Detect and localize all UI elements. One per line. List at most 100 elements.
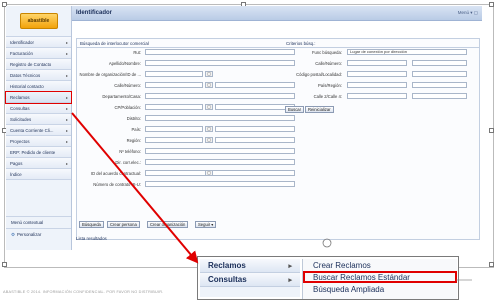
- search-field-input[interactable]: [145, 104, 203, 110]
- criteria-label: Func búsqueda:: [311, 50, 342, 55]
- sidebar-item-label: Reclamos: [10, 94, 30, 100]
- search-field-input[interactable]: [215, 104, 295, 110]
- value-help-icon[interactable]: ▢: [205, 170, 213, 176]
- title-bar: Identificador Menú ▾ ▢: [72, 6, 482, 21]
- search-button[interactable]: Buscar: [285, 106, 305, 113]
- sidebar-item-label: ERP: Pedido de cliente: [10, 149, 56, 155]
- panel-left-title: Búsqueda de interlocutor comercial: [80, 40, 149, 46]
- sidebar-item-historial-contacto[interactable]: Historial contacto: [6, 81, 71, 92]
- resize-handle[interactable]: [489, 262, 494, 267]
- search-field-input[interactable]: [215, 137, 295, 143]
- sidebar-item-pagos[interactable]: Pagos ▸: [6, 158, 71, 169]
- main-area: Identificador Menú ▾ ▢ Búsqueda de inter…: [72, 6, 482, 250]
- resize-handle[interactable]: [2, 262, 7, 267]
- continue-button[interactable]: Seguir ▾: [195, 221, 217, 228]
- sidebar-item-identificador[interactable]: Identificador ▸: [6, 37, 71, 48]
- panel-header: Búsqueda de interlocutor comercial Crite…: [77, 39, 479, 48]
- field-label: Calle/Número:: [114, 83, 141, 88]
- chevron-right-icon: ▸: [65, 94, 68, 100]
- criteria-label: País/Región:: [318, 83, 342, 88]
- criteria-input[interactable]: [412, 71, 467, 77]
- search-field-input[interactable]: [145, 159, 295, 165]
- field-label: Número de contrato IS-U:: [93, 182, 141, 187]
- results-list-title: Lista resultados: [76, 236, 107, 241]
- search-field-input[interactable]: [145, 115, 295, 121]
- create-person-button[interactable]: Crear persona: [107, 221, 140, 228]
- value-help-icon[interactable]: ▢: [205, 137, 213, 143]
- value-help-icon[interactable]: ▢: [205, 71, 213, 77]
- sidebar: abastible Identificador ▸ Facturación ▸ Regi…: [5, 6, 72, 250]
- zoom-menu-item-consultas[interactable]: Consultas ▸: [200, 273, 300, 287]
- sidebar-item-erp-pedido-de-cliente[interactable]: ERP: Pedido de cliente: [6, 147, 71, 158]
- search-field-input[interactable]: [145, 126, 203, 132]
- sidebar-item-registro-de-contacto[interactable]: Registro de Contacto: [6, 59, 71, 70]
- chevron-right-icon: ▸: [65, 39, 68, 45]
- sidebar-item-proyectos[interactable]: Proyectos ▸: [6, 136, 71, 147]
- criteria-input[interactable]: [347, 93, 407, 99]
- reclamos-submenu: Crear Reclamos Buscar Reclamos Estándar …: [302, 259, 457, 299]
- submenu-buscar-reclamos-estandar[interactable]: Buscar Reclamos Estándar: [303, 271, 457, 283]
- search-field-input[interactable]: [145, 49, 295, 55]
- sidebar-item-label: Pagos: [10, 160, 23, 166]
- search-field-input[interactable]: [145, 71, 203, 77]
- sidebar-item-facturaci-n[interactable]: Facturación ▸: [6, 48, 71, 59]
- search-field-input[interactable]: [145, 82, 203, 88]
- logo-area: abastible: [6, 6, 71, 37]
- personalize-link[interactable]: ⚙ Personalizar: [6, 228, 71, 240]
- sidebar-item-label: Índice: [10, 171, 22, 177]
- reset-button[interactable]: Reinicializar: [305, 106, 334, 113]
- sidebar-item-datos-t-cnicos[interactable]: Datos Técnicos ▸: [6, 70, 71, 81]
- submenu-crear-reclamos[interactable]: Crear Reclamos: [303, 259, 457, 271]
- sidebar-item--ndice[interactable]: Índice: [6, 169, 71, 180]
- resize-handle[interactable]: [489, 2, 494, 7]
- chevron-right-icon: ▸: [65, 138, 68, 144]
- field-label: Apellido/Nombre:: [108, 61, 141, 66]
- zoom-menu-label: Consultas: [208, 275, 247, 284]
- criteria-label: Calle 2/Calle 4:: [313, 94, 342, 99]
- value-help-icon[interactable]: ▢: [205, 82, 213, 88]
- chevron-right-icon: ▸: [65, 160, 68, 166]
- chevron-right-icon: ▸: [65, 116, 68, 122]
- criteria-input[interactable]: [347, 82, 407, 88]
- criteria-input[interactable]: [412, 60, 467, 66]
- criteria-input[interactable]: [412, 82, 467, 88]
- sidebar-item-reclamos[interactable]: Reclamos ▸: [5, 91, 72, 104]
- sidebar-item-cuenta-corriente-cli[interactable]: Cuenta Corriente Cli... ▸: [6, 125, 71, 136]
- search-field-input[interactable]: [145, 181, 295, 187]
- sidebar-item-solicitudes[interactable]: Solicitudes ▸: [6, 114, 71, 125]
- sidebar-item-label: Consultas: [10, 105, 30, 111]
- search-field-input[interactable]: [145, 148, 295, 154]
- value-help-icon[interactable]: ▢: [205, 104, 213, 110]
- search-field-input[interactable]: [145, 93, 295, 99]
- search-field-input[interactable]: [145, 137, 203, 143]
- field-label: Nombre de organización/ID de ...: [79, 72, 141, 77]
- sidebar-item-label: Solicitudes: [10, 116, 32, 122]
- criteria-input[interactable]: [347, 71, 407, 77]
- panel-right-title: Criterios búsq.:: [286, 40, 316, 46]
- sidebar-item-consultas[interactable]: Consultas ▸: [6, 103, 71, 114]
- sidebar-item-label: Proyectos: [10, 138, 30, 144]
- search-tab-button[interactable]: Búsqueda: [79, 221, 104, 228]
- search-function-select[interactable]: Lugar de conexión por dirección: [347, 49, 467, 55]
- submenu-busqueda-ampliada[interactable]: Búsqueda Ampliada: [303, 283, 457, 295]
- create-organization-button[interactable]: Crear organización: [147, 221, 189, 228]
- field-label: Región:: [126, 138, 141, 143]
- criteria-input[interactable]: [347, 60, 407, 66]
- zoom-menu-item-reclamos[interactable]: Reclamos ▸: [200, 259, 300, 273]
- sidebar-menu: Identificador ▸ Facturación ▸ Registro de Co…: [5, 37, 72, 180]
- sidebar-bottom: Menú contextual ⚙ Personalizar: [6, 216, 71, 240]
- context-menu-link[interactable]: Menú contextual: [6, 216, 71, 228]
- search-field-input[interactable]: [145, 60, 295, 66]
- zoomed-menu-callout: Reclamos ▸ Consultas ▸ Crear Reclamos Busc…: [197, 256, 459, 300]
- criteria-label: Calle/Número:: [315, 61, 342, 66]
- field-label: Rut:: [133, 50, 141, 55]
- personalize-icon: ⚙: [11, 231, 15, 237]
- field-label: Distrito:: [126, 116, 141, 121]
- value-help-icon[interactable]: ▢: [205, 126, 213, 132]
- criteria-input[interactable]: [412, 93, 467, 99]
- title-tools[interactable]: Menú ▾ ▢: [458, 10, 478, 16]
- search-field-input[interactable]: [215, 126, 295, 132]
- field-label: País:: [131, 127, 141, 132]
- search-field-input[interactable]: [145, 170, 295, 176]
- resize-handle[interactable]: [489, 128, 494, 133]
